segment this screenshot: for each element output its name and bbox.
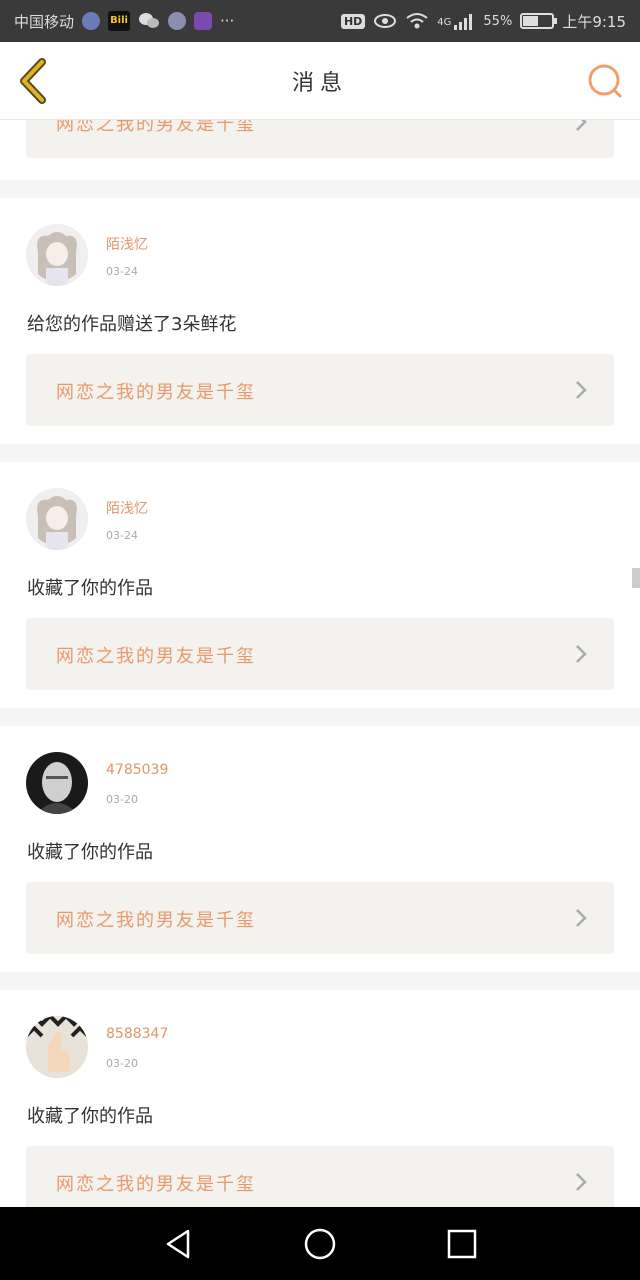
anime-girl-avatar-icon xyxy=(26,488,88,550)
work-link[interactable]: 网恋之我的男友是千玺 xyxy=(26,1146,614,1207)
carrier-label: 中国移动 xyxy=(14,12,75,31)
message-date: 03-24 xyxy=(106,529,138,542)
message-card: 陌浅忆 03-24 收藏了你的作品 网恋之我的男友是千玺 xyxy=(0,462,640,708)
work-title: 网恋之我的男友是千玺 xyxy=(56,382,256,403)
status-bar: 中国移动 Bili ··· HD 4G 55% 上午9:15 xyxy=(0,0,640,42)
message-action-text: 收藏了你的作品 xyxy=(27,578,153,599)
anime-girl-avatar-icon xyxy=(26,224,88,286)
work-link[interactable]: 网恋之我的男友是千玺 xyxy=(26,120,614,158)
work-link[interactable]: 网恋之我的男友是千玺 xyxy=(26,618,614,690)
nav-back-icon[interactable] xyxy=(162,1227,196,1261)
message-date: 03-20 xyxy=(106,1057,138,1070)
user-avatar[interactable] xyxy=(26,224,88,286)
battery-level-fill xyxy=(523,16,539,26)
nav-recents-icon[interactable] xyxy=(445,1227,479,1261)
network-type-label: 4G xyxy=(437,16,452,28)
message-card: 陌浅忆 03-24 给您的作品赠送了3朵鲜花 网恋之我的男友是千玺 xyxy=(0,198,640,444)
message-card: 网恋之我的男友是千玺 xyxy=(0,120,640,180)
app-header: 消息 xyxy=(0,42,640,120)
signal-icon xyxy=(454,14,473,30)
work-title: 网恋之我的男友是千玺 xyxy=(56,1174,256,1195)
message-action-text: 给您的作品赠送了3朵鲜花 xyxy=(27,314,237,335)
chevron-right-icon xyxy=(576,909,587,927)
message-date: 03-20 xyxy=(106,793,138,806)
message-date: 03-24 xyxy=(106,265,138,278)
username[interactable]: 陌浅忆 xyxy=(106,498,148,518)
thumbs-up-avatar-icon xyxy=(26,1016,88,1078)
work-title: 网恋之我的男友是千玺 xyxy=(56,910,256,931)
search-button[interactable] xyxy=(586,62,624,100)
game-notification-icon xyxy=(168,12,187,30)
nav-home-icon[interactable] xyxy=(303,1227,337,1261)
message-action-text: 收藏了你的作品 xyxy=(27,842,153,863)
eye-comfort-icon xyxy=(374,14,397,28)
message-card: 8588347 03-20 收藏了你的作品 网恋之我的男友是千玺 xyxy=(0,990,640,1207)
user-avatar[interactable] xyxy=(26,752,88,814)
scrollbar-thumb[interactable] xyxy=(632,568,640,588)
work-link[interactable]: 网恋之我的男友是千玺 xyxy=(26,882,614,954)
work-title: 网恋之我的男友是千玺 xyxy=(56,646,256,667)
wifi-icon xyxy=(406,13,428,29)
app-notification-icon xyxy=(82,12,101,30)
back-button[interactable] xyxy=(14,58,54,104)
user-avatar[interactable] xyxy=(26,488,88,550)
chevron-right-icon xyxy=(576,645,587,663)
system-nav-bar xyxy=(0,1207,640,1280)
clock: 上午9:15 xyxy=(562,12,626,31)
work-title: 网恋之我的男友是千玺 xyxy=(56,120,256,135)
app-badge-icon xyxy=(194,12,213,30)
page-title: 消息 xyxy=(291,70,348,96)
hd-voice-icon: HD xyxy=(340,13,366,29)
username[interactable]: 8588347 xyxy=(106,1026,168,1042)
wechat-icon xyxy=(139,13,160,28)
message-card: 4785039 03-20 收藏了你的作品 网恋之我的男友是千玺 xyxy=(0,726,640,972)
more-notifications-icon: ··· xyxy=(220,12,235,30)
battery-icon xyxy=(520,13,558,29)
message-list[interactable]: 网恋之我的男友是千玺 陌浅忆 03-24 给您的作品赠送了3朵鲜花 网恋之我的男… xyxy=(0,120,640,1207)
man-portrait-avatar-icon xyxy=(26,752,88,814)
bilibili-icon: Bili xyxy=(108,11,131,31)
username[interactable]: 4785039 xyxy=(106,762,168,778)
user-avatar[interactable] xyxy=(26,1016,88,1078)
chevron-right-icon xyxy=(576,1173,587,1191)
chevron-right-icon xyxy=(576,120,587,131)
message-action-text: 收藏了你的作品 xyxy=(27,1106,153,1127)
chevron-right-icon xyxy=(576,381,587,399)
work-link[interactable]: 网恋之我的男友是千玺 xyxy=(26,354,614,426)
username[interactable]: 陌浅忆 xyxy=(106,234,148,254)
battery-percent: 55% xyxy=(483,13,513,29)
